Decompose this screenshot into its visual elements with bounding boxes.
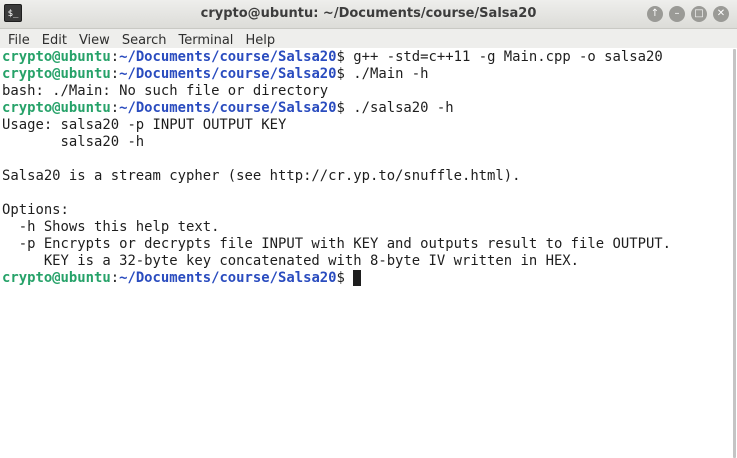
- prompt-path: ~/Documents/course/Salsa20: [119, 100, 337, 116]
- prompt-user: crypto@ubuntu: [2, 49, 111, 65]
- output-text: -h Shows this help text.: [2, 219, 220, 235]
- prompt-user: crypto@ubuntu: [2, 100, 111, 116]
- scrollbar[interactable]: [724, 49, 737, 458]
- menu-view[interactable]: View: [73, 31, 116, 50]
- scrollbar-thumb[interactable]: [733, 49, 736, 458]
- output-line: KEY is a 32-byte key concatenated with 8…: [2, 253, 724, 270]
- prompt-separator: :: [110, 49, 120, 65]
- keep-above-icon[interactable]: ↑: [647, 6, 663, 22]
- output-text: salsa20 -h: [2, 134, 145, 150]
- output-text: Usage: salsa20 -p INPUT OUTPUT KEY: [2, 117, 287, 133]
- command-line: crypto@ubuntu:~/Documents/course/Salsa20…: [2, 49, 724, 66]
- window-title: crypto@ubuntu: ~/Documents/course/Salsa2…: [200, 6, 537, 21]
- menu-bar: File Edit View Search Terminal Help: [0, 29, 737, 48]
- command-text: $ g++ -std=c++11 -g Main.cpp -o salsa20: [336, 49, 663, 65]
- output-text: Options:: [2, 202, 69, 218]
- output-text: Salsa20 is a stream cypher (see http://c…: [2, 168, 521, 184]
- prompt-separator: :: [110, 100, 120, 116]
- command-line: crypto@ubuntu:~/Documents/course/Salsa20…: [2, 270, 724, 287]
- output-line: Usage: salsa20 -p INPUT OUTPUT KEY: [2, 117, 724, 134]
- minimize-icon[interactable]: –: [669, 6, 685, 22]
- output-line: Salsa20 is a stream cypher (see http://c…: [2, 168, 724, 185]
- terminal-window: $_ crypto@ubuntu: ~/Documents/course/Sal…: [0, 0, 737, 458]
- menu-terminal[interactable]: Terminal: [172, 31, 239, 50]
- command-line: crypto@ubuntu:~/Documents/course/Salsa20…: [2, 100, 724, 117]
- prompt-path: ~/Documents/course/Salsa20: [119, 66, 337, 82]
- prompt-path: ~/Documents/course/Salsa20: [119, 270, 337, 286]
- terminal-output[interactable]: crypto@ubuntu:~/Documents/course/Salsa20…: [0, 49, 724, 458]
- menu-help[interactable]: Help: [239, 31, 281, 50]
- close-icon[interactable]: ✕: [713, 6, 729, 22]
- output-line: -h Shows this help text.: [2, 219, 724, 236]
- command-line: crypto@ubuntu:~/Documents/course/Salsa20…: [2, 66, 724, 83]
- prompt-user: crypto@ubuntu: [2, 66, 111, 82]
- menu-file[interactable]: File: [0, 31, 36, 50]
- output-text: KEY is a 32-byte key concatenated with 8…: [2, 253, 580, 269]
- output-line: Options:: [2, 202, 724, 219]
- command-text: $ ./salsa20 -h: [336, 100, 454, 116]
- window-controls: ↑ – □ ✕: [647, 6, 729, 22]
- prompt-separator: :: [110, 66, 120, 82]
- prompt-path: ~/Documents/course/Salsa20: [119, 49, 337, 65]
- command-text: $ ./Main -h: [336, 66, 429, 82]
- text-cursor: [353, 270, 362, 286]
- output-text: bash: ./Main: No such file or directory: [2, 83, 329, 99]
- prompt-user: crypto@ubuntu: [2, 270, 111, 286]
- output-line: bash: ./Main: No such file or directory: [2, 83, 724, 100]
- prompt-separator: :: [110, 270, 120, 286]
- menu-search[interactable]: Search: [116, 31, 173, 50]
- output-line: salsa20 -h: [2, 134, 724, 151]
- output-text: -p Encrypts or decrypts file INPUT with …: [2, 236, 672, 252]
- title-bar[interactable]: $_ crypto@ubuntu: ~/Documents/course/Sal…: [0, 0, 737, 29]
- command-text: $: [336, 270, 354, 286]
- output-line: -p Encrypts or decrypts file INPUT with …: [2, 236, 724, 253]
- maximize-icon[interactable]: □: [691, 6, 707, 22]
- menu-edit[interactable]: Edit: [36, 31, 73, 50]
